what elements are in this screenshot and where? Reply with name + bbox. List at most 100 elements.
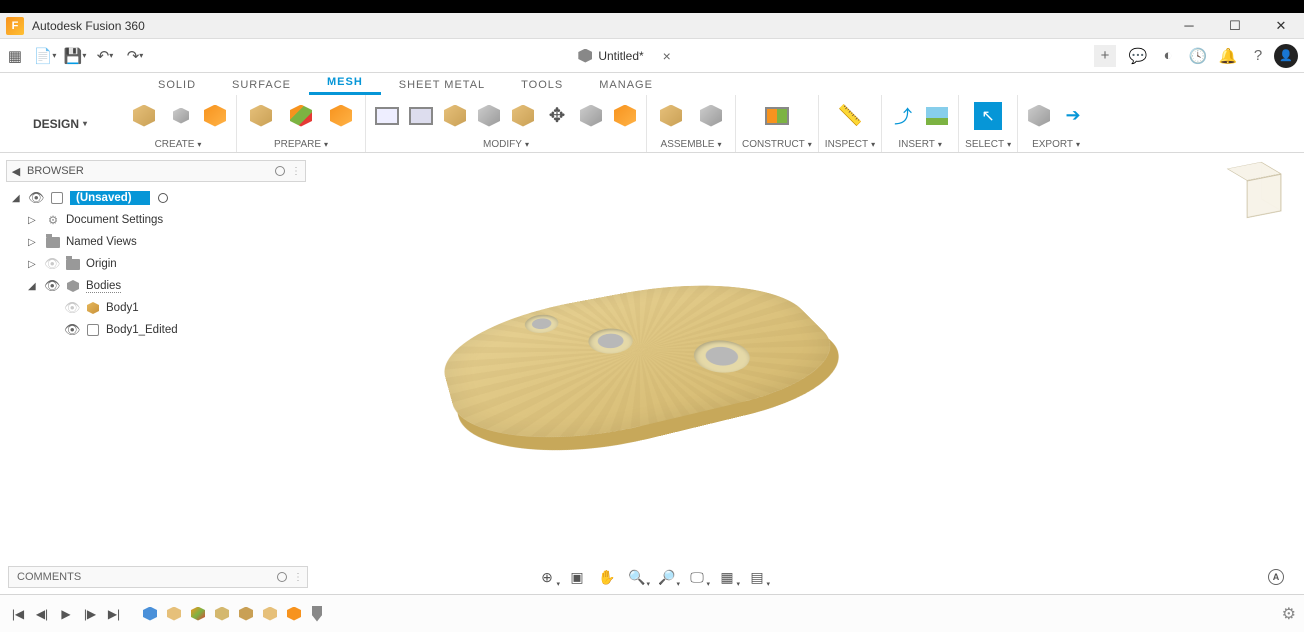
- select-button[interactable]: ↖: [970, 98, 1006, 134]
- visibility-icon[interactable]: 👁: [64, 322, 80, 338]
- inspect-button[interactable]: 📏: [832, 98, 868, 134]
- move-button[interactable]: ✥: [542, 101, 572, 131]
- tab-tools[interactable]: TOOLS: [503, 75, 581, 95]
- redo-button[interactable]: ↷▾: [120, 41, 150, 71]
- tab-manage[interactable]: MANAGE: [581, 75, 671, 95]
- viewport-layout-button[interactable]: ▤▾: [745, 567, 769, 587]
- comments-settings-icon[interactable]: [277, 572, 287, 582]
- fit-button[interactable]: 🔎▾: [655, 567, 679, 587]
- updates-button[interactable]: ◐: [1154, 42, 1182, 70]
- timeline-end-button[interactable]: ▶|: [104, 604, 124, 624]
- workspace-switcher[interactable]: DESIGN▾: [0, 95, 120, 152]
- look-at-button[interactable]: ▣: [565, 567, 589, 587]
- shell-button[interactable]: [508, 101, 538, 131]
- repair-button[interactable]: [243, 98, 279, 134]
- 3d-print-button[interactable]: [1024, 101, 1054, 131]
- timeline-step-fwd-button[interactable]: |▶: [80, 604, 100, 624]
- tab-solid[interactable]: SOLID: [140, 75, 214, 95]
- timeline-feature[interactable]: [284, 604, 304, 624]
- generate-face-groups-button[interactable]: [283, 98, 319, 134]
- save-button[interactable]: 💾▾: [60, 41, 90, 71]
- data-panel-button[interactable]: ▦: [0, 41, 30, 71]
- help-button[interactable]: ?: [1244, 42, 1272, 70]
- group-assemble: ASSEMBLE▾: [647, 95, 736, 152]
- joint-button[interactable]: [693, 98, 729, 134]
- timeline-feature[interactable]: [164, 604, 184, 624]
- browser-header[interactable]: ◀ BROWSER ⋮: [6, 160, 306, 182]
- convert-mesh-button[interactable]: [610, 101, 640, 131]
- scale-button[interactable]: [576, 101, 606, 131]
- visibility-hidden-icon[interactable]: 👁: [64, 300, 80, 316]
- user-avatar[interactable]: 👤: [1274, 44, 1298, 68]
- visibility-icon[interactable]: 👁: [44, 278, 60, 294]
- new-tab-button[interactable]: +: [1094, 45, 1116, 67]
- tessellate-button[interactable]: [166, 101, 196, 131]
- browser-collapse-icon[interactable]: ◀: [7, 165, 25, 178]
- new-component-button[interactable]: [653, 98, 689, 134]
- tree-named-views[interactable]: ▷ Named Views: [8, 231, 304, 253]
- extensions-button[interactable]: 💬: [1124, 42, 1152, 70]
- mesh-body-icon: [87, 302, 99, 314]
- close-button[interactable]: ✕: [1258, 13, 1304, 39]
- document-tab[interactable]: Untitled*: [568, 42, 653, 70]
- tree-doc-settings[interactable]: ▷⚙ Document Settings: [8, 209, 304, 231]
- visibility-icon[interactable]: 👁: [28, 190, 44, 206]
- tree-origin[interactable]: ▷👁 Origin: [8, 253, 304, 275]
- timeline-play-button[interactable]: ▶: [56, 604, 76, 624]
- timeline-step-back-button[interactable]: ◀|: [32, 604, 52, 624]
- create-mesh-button[interactable]: [200, 101, 230, 131]
- group-construct: CONSTRUCT▾: [736, 95, 819, 152]
- timeline-marker[interactable]: [312, 606, 322, 622]
- panel-grip-icon[interactable]: ⋮: [293, 572, 303, 583]
- timeline-settings-button[interactable]: ⚙: [1282, 604, 1296, 624]
- construct-button[interactable]: [759, 98, 795, 134]
- autodesk-badge-icon[interactable]: A: [1268, 569, 1284, 585]
- orbit-button[interactable]: ⊕▾: [535, 567, 559, 587]
- combine-face-groups-button[interactable]: [323, 98, 359, 134]
- timeline-start-button[interactable]: |◀: [8, 604, 28, 624]
- reduce-button[interactable]: [440, 101, 470, 131]
- timeline-feature[interactable]: [260, 604, 280, 624]
- browser-settings-icon[interactable]: [275, 166, 285, 176]
- comments-panel-header[interactable]: COMMENTS ⋮: [8, 566, 308, 588]
- zoom-button[interactable]: 🔍▾: [625, 567, 649, 587]
- tab-mesh[interactable]: MESH: [309, 72, 381, 95]
- insert-derive-button[interactable]: ⤴: [888, 101, 918, 131]
- remesh-button[interactable]: [406, 101, 436, 131]
- timeline: |◀ ◀| ▶ |▶ ▶| ⚙: [0, 594, 1304, 632]
- tab-close-button[interactable]: ×: [658, 48, 676, 64]
- tree-bodies[interactable]: ◢👁 Bodies: [8, 275, 304, 297]
- mesh-model[interactable]: [450, 240, 870, 540]
- tree-body1[interactable]: 👁 Body1: [8, 297, 304, 319]
- maximize-button[interactable]: ☐: [1212, 13, 1258, 39]
- tree-root[interactable]: ◢ 👁 (Unsaved): [8, 187, 304, 209]
- view-cube[interactable]: [1230, 166, 1278, 214]
- panel-grip-icon[interactable]: ⋮: [291, 166, 301, 177]
- job-status-button[interactable]: 🕓: [1184, 42, 1212, 70]
- tab-sheet-metal[interactable]: SHEET METAL: [381, 75, 503, 95]
- pan-button[interactable]: ✋: [595, 567, 619, 587]
- notifications-button[interactable]: 🔔: [1214, 42, 1242, 70]
- visibility-hidden-icon[interactable]: 👁: [44, 256, 60, 272]
- minimize-button[interactable]: ─: [1166, 13, 1212, 39]
- comments-bar: COMMENTS ⋮ ⊕▾ ▣ ✋ 🔍▾ 🔎▾ 🖵▾ ▦▾ ▤▾ A: [8, 566, 1296, 588]
- timeline-feature[interactable]: [212, 604, 232, 624]
- mesh-body-outline-icon: [87, 324, 99, 336]
- browser-panel: ◀ BROWSER ⋮ ◢ 👁 (Unsaved) ▷⚙ Document Se…: [6, 160, 306, 550]
- activate-radio-icon[interactable]: [158, 193, 168, 203]
- export-button[interactable]: ➔: [1058, 101, 1088, 131]
- plane-cut-button[interactable]: [474, 101, 504, 131]
- undo-button[interactable]: ↶▾: [90, 41, 120, 71]
- tree-body1-edited[interactable]: 👁 Body1_Edited: [8, 319, 304, 341]
- timeline-feature[interactable]: [140, 604, 160, 624]
- display-settings-button[interactable]: 🖵▾: [685, 567, 709, 587]
- insert-image-button[interactable]: [922, 101, 952, 131]
- timeline-feature[interactable]: [188, 604, 208, 624]
- insert-mesh-button[interactable]: [126, 98, 162, 134]
- direct-edit-button[interactable]: [372, 101, 402, 131]
- grid-settings-button[interactable]: ▦▾: [715, 567, 739, 587]
- timeline-feature[interactable]: [236, 604, 256, 624]
- viewport[interactable]: [310, 160, 1296, 562]
- file-menu-button[interactable]: 📄▾: [30, 41, 60, 71]
- tab-surface[interactable]: SURFACE: [214, 75, 309, 95]
